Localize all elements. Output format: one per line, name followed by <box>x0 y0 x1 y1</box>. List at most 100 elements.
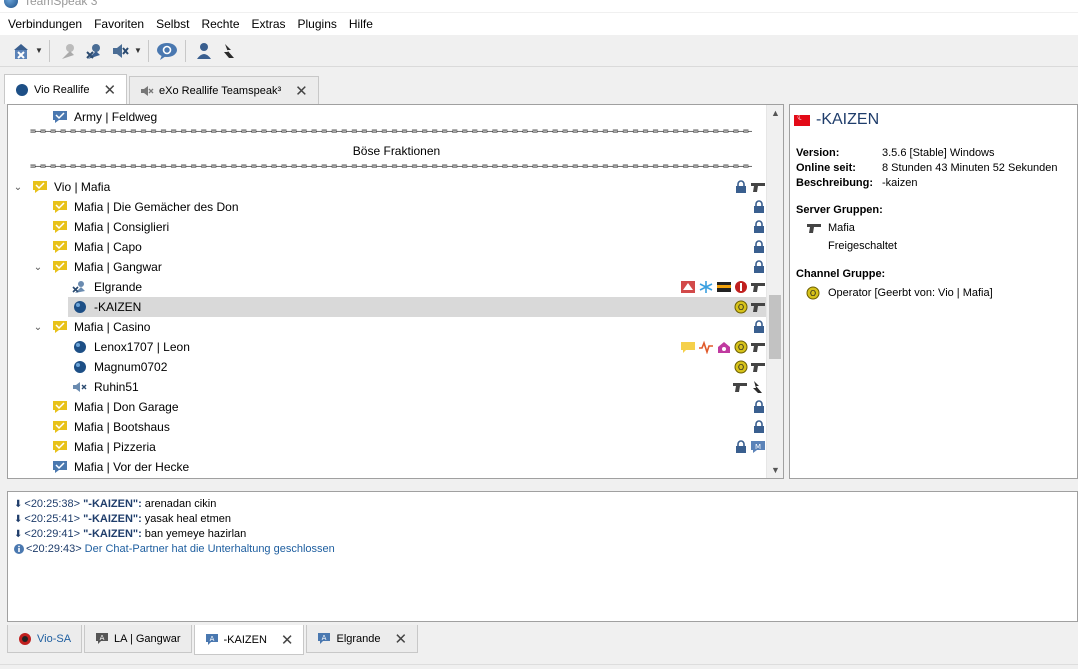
pulse-icon <box>699 340 713 354</box>
channel-row-gangwar[interactable]: ⌄ Mafia | Gangwar <box>8 257 768 277</box>
muted-speaker-icon <box>73 382 87 392</box>
chat-log[interactable]: ⬇ <20:25:38> "-KAIZEN": arenadan cikin ⬇… <box>7 491 1078 622</box>
menu-bar: Verbindungen Favoriten Selbst Rechte Ext… <box>0 13 1078 35</box>
client-row-ruhin[interactable]: Ruhin51 <box>8 377 768 397</box>
channel-tree: Army | Feldweg =–=–=–=–=–=–=–=–=–=–=–=–=… <box>7 104 784 479</box>
close-icon[interactable]: ✕ <box>395 630 408 648</box>
mute-microphone-button[interactable] <box>81 38 107 64</box>
version-label: Version: <box>796 147 840 159</box>
menu-favoriten[interactable]: Favoriten <box>88 17 150 31</box>
client-name: Elgrande <box>94 280 143 294</box>
spacer-line: =–=–=–=–=–=–=–=–=–=–=–=–=–=–=–=–=–=–=–=–… <box>30 126 752 137</box>
chevron-down-icon[interactable]: ⌄ <box>12 182 24 193</box>
client-row-elgrande[interactable]: Elgrande <box>8 277 768 297</box>
chat-system-message: <20:29:43> Der Chat-Partner hat die Unte… <box>14 543 335 555</box>
client-status-icon <box>74 301 86 313</box>
channel-row[interactable]: Mafia | Capo <box>8 237 768 257</box>
version-value: 3.5.6 [Stable] Windows <box>882 147 995 159</box>
menu-extras[interactable]: Extras <box>246 17 292 31</box>
channel-row-casino[interactable]: ⌄ Mafia | Casino <box>8 317 768 337</box>
channel-row[interactable]: Mafia | Consiglieri <box>8 217 768 237</box>
toolbar-separator <box>148 39 149 62</box>
channel-yellow-icon <box>53 241 67 253</box>
channel-row[interactable]: Army | Feldweg <box>8 107 768 127</box>
chat-sender[interactable]: "-KAIZEN": <box>83 498 142 510</box>
description-label: Beschreibung: <box>796 177 874 189</box>
chat-tab-elgrande[interactable]: A Elgrande ✕ <box>306 625 419 653</box>
channel-yellow-icon <box>53 441 67 453</box>
menu-verbindungen[interactable]: Verbindungen <box>2 17 88 31</box>
channel-row[interactable]: Mafia | Bootshaus <box>8 417 768 437</box>
channel-row[interactable]: Mafia | Vor der Hecke <box>8 457 768 477</box>
chat-message: ⬇ <20:25:41> "-KAIZEN": yasak heal etmen <box>14 513 231 525</box>
channel-yellow-icon <box>53 321 67 333</box>
close-icon[interactable]: ✕ <box>295 82 308 100</box>
channel-label: Mafia | Don Garage <box>74 400 179 414</box>
chat-button[interactable] <box>154 38 180 64</box>
away-button[interactable] <box>55 38 81 64</box>
menu-plugins[interactable]: Plugins <box>292 17 343 31</box>
menu-selbst[interactable]: Selbst <box>150 17 195 31</box>
lock-icon <box>736 440 746 453</box>
channel-label: Mafia | Consiglieri <box>74 220 170 234</box>
recording-icon <box>735 281 747 293</box>
channel-yellow-icon <box>53 261 67 273</box>
channel-row[interactable]: Mafia | Pizzeria M <box>8 437 768 457</box>
connect-button[interactable] <box>8 38 34 64</box>
close-icon[interactable]: ✕ <box>281 631 294 649</box>
connect-dropdown-arrow[interactable]: ▼ <box>34 38 44 64</box>
whisper-button[interactable] <box>217 38 243 64</box>
chat-tab-label: LA | Gangwar <box>114 632 181 645</box>
speakers-dropdown-arrow[interactable]: ▼ <box>133 38 143 64</box>
client-row-lenox[interactable]: Lenox1707 | Leon O <box>8 337 768 357</box>
whisper-icon <box>224 43 234 58</box>
house-badge-icon <box>718 342 730 353</box>
chat-sender[interactable]: "-KAIZEN": <box>83 513 142 525</box>
lock-icon <box>754 420 764 433</box>
client-row-magnum[interactable]: Magnum0702 O <box>8 357 768 377</box>
whisper-icon <box>753 381 762 393</box>
scroll-up-icon[interactable]: ▲ <box>767 105 783 121</box>
channel-yellow-icon <box>53 201 67 213</box>
pistol-icon <box>751 283 765 292</box>
chevron-down-icon[interactable]: ⌄ <box>32 262 44 273</box>
menu-hilfe[interactable]: Hilfe <box>343 17 379 31</box>
tree-scrollbar[interactable]: ▲ ▼ <box>766 105 783 478</box>
channel-row[interactable]: Mafia | Don Garage <box>8 397 768 417</box>
private-chat-icon: A <box>318 632 331 644</box>
channel-label: Vio | Mafia <box>54 180 111 194</box>
lock-icon <box>754 200 764 213</box>
mute-speakers-button[interactable] <box>107 38 133 64</box>
close-icon[interactable]: ✕ <box>103 81 116 99</box>
svg-text:O: O <box>810 289 816 298</box>
operator-icon: O <box>734 300 748 314</box>
channel-group-name: Operator [Geerbt von: Vio | Mafia] <box>828 287 993 299</box>
lock-icon <box>754 220 764 233</box>
operator-icon: O <box>806 286 820 300</box>
channel-row[interactable]: Mafia | Die Gemächer des Don <box>8 197 768 217</box>
chat-tab-kaizen[interactable]: A -KAIZEN ✕ <box>193 625 305 655</box>
scroll-down-icon[interactable]: ▼ <box>767 462 783 478</box>
chat-tab-la-gangwar[interactable]: A LA | Gangwar <box>84 625 192 653</box>
server-tab-vio-reallife[interactable]: Vio Reallife ✕ <box>4 74 128 104</box>
scrollbar-thumb[interactable] <box>769 295 781 359</box>
chat-sender[interactable]: "-KAIZEN": <box>83 528 142 540</box>
menu-rechte[interactable]: Rechte <box>195 17 245 31</box>
channel-chat-icon: A <box>96 632 109 644</box>
channel-row-vio-mafia[interactable]: ⌄ Vio | Mafia <box>8 177 768 197</box>
client-info-panel: -KAIZEN Version: 3.5.6 [Stable] Windows … <box>789 104 1078 479</box>
away-icon <box>62 43 74 59</box>
contacts-button[interactable] <box>191 38 217 64</box>
server-tab-exo-reallife[interactable]: eXo Reallife Teamspeak³ ✕ <box>129 76 319 104</box>
muted-microphone-icon <box>72 281 85 293</box>
badge-icon <box>681 281 695 293</box>
chat-text: ban yemeye hazirlan <box>144 528 247 540</box>
chat-timestamp: <20:25:41> <box>24 513 81 525</box>
chevron-down-icon[interactable]: ⌄ <box>32 322 44 333</box>
toolbar-separator <box>49 39 50 62</box>
client-row-kaizen[interactable]: -KAIZEN O <box>68 297 768 317</box>
server-group-item: Freigeschaltet <box>828 240 897 252</box>
chat-tab-vio-sa[interactable]: Vio-SA <box>7 625 83 653</box>
channel-label: Mafia | Capo <box>74 240 142 254</box>
chat-tab-label: Elgrande <box>336 632 381 645</box>
